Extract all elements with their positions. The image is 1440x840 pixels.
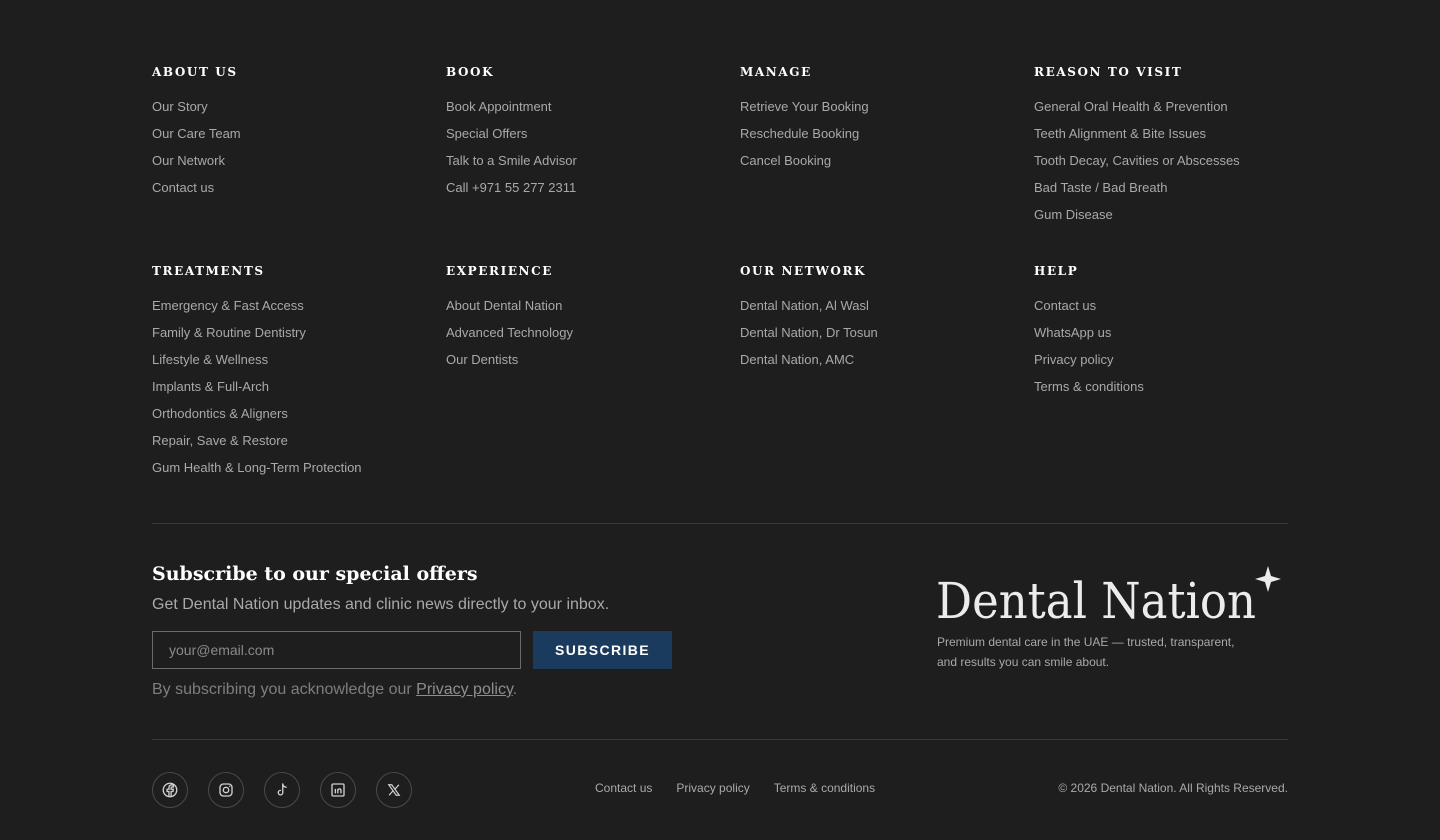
- facebook-icon[interactable]: [152, 772, 188, 808]
- footer-column-reason-to-visit: REASON TO VISIT General Oral Health & Pre…: [1034, 64, 1288, 234]
- linkedin-icon[interactable]: [320, 772, 356, 808]
- footer-link-whatsapp-us[interactable]: WhatsApp us: [1034, 325, 1288, 352]
- footer-link-gum-disease[interactable]: Gum Disease: [1034, 207, 1288, 234]
- dental-nation-logo: Dental Nation: [936, 566, 1281, 626]
- divider: [152, 739, 1288, 740]
- footer-link-terms-conditions[interactable]: Terms & conditions: [1034, 379, 1288, 406]
- footer-link-orthodontics-aligners[interactable]: Orthodontics & Aligners: [152, 406, 446, 433]
- footer-contact-link[interactable]: Contact us: [595, 781, 652, 795]
- footer-link-talk-to-a-smile-advisor[interactable]: Talk to a Smile Advisor: [446, 153, 740, 180]
- footer-column-treatments: TREATMENTS Emergency & Fast Access Family …: [152, 263, 446, 487]
- footer-link-lifestyle-wellness[interactable]: Lifestyle & Wellness: [152, 352, 446, 379]
- social-links: [152, 772, 412, 808]
- footer-link-our-network[interactable]: Our Network: [152, 153, 446, 180]
- newsletter-title: Subscribe to our special offers: [152, 563, 478, 585]
- footer-link-our-dentists[interactable]: Our Dentists: [446, 352, 740, 379]
- column-heading: TREATMENTS: [152, 264, 265, 278]
- copyright: © 2026 Dental Nation. All Rights Reserve…: [1058, 781, 1288, 795]
- footer-link-book-appointment[interactable]: Book Appointment: [446, 99, 740, 126]
- footer-link-cancel-booking[interactable]: Cancel Booking: [740, 153, 1034, 180]
- column-heading: BOOK: [446, 65, 495, 79]
- footer-link-contact-us[interactable]: Contact us: [1034, 298, 1288, 325]
- footer-terms-link[interactable]: Terms & conditions: [774, 781, 875, 795]
- subscribe-acknowledgement: By subscribing you acknowledge our Priva…: [152, 681, 518, 698]
- column-heading: REASON TO VISIT: [1034, 65, 1183, 79]
- x-icon[interactable]: [376, 772, 412, 808]
- divider: [152, 523, 1288, 524]
- footer-link-dental-nation-dr-tosun[interactable]: Dental Nation, Dr Tosun: [740, 325, 1034, 352]
- footer-link-general-oral-health-prevention[interactable]: General Oral Health & Prevention: [1034, 99, 1288, 126]
- footer-column-book: BOOK Book Appointment Special Offers Talk t…: [446, 64, 740, 234]
- footer-link-dental-nation-al-wasl[interactable]: Dental Nation, Al Wasl: [740, 298, 1034, 325]
- footer-link-emergency-fast-access[interactable]: Emergency & Fast Access: [152, 298, 446, 325]
- column-heading: HELP: [1034, 264, 1079, 278]
- footer-link-about-dental-nation[interactable]: About Dental Nation: [446, 298, 740, 325]
- footer-link-our-care-team[interactable]: Our Care Team: [152, 126, 446, 153]
- footer-link-our-story[interactable]: Our Story: [152, 99, 446, 126]
- footer-nav-row-1: ABOUT US Our Story Our Care Team Our Networ…: [152, 64, 1288, 234]
- footer-column-experience: EXPERIENCE About Dental Nation Advanced Te…: [446, 263, 740, 487]
- footer-link-family-routine-dentistry[interactable]: Family & Routine Dentistry: [152, 325, 446, 352]
- footer-link-repair-save-restore[interactable]: Repair, Save & Restore: [152, 433, 446, 460]
- footer-link-gum-health-long-term-protection[interactable]: Gum Health & Long-Term Protection: [152, 460, 446, 487]
- column-heading: OUR NETWORK: [740, 264, 867, 278]
- footer-column-our-network: OUR NETWORK Dental Nation, Al Wasl Dental …: [740, 263, 1034, 487]
- footer-link-retrieve-your-booking[interactable]: Retrieve Your Booking: [740, 99, 1034, 126]
- newsletter-description: Get Dental Nation updates and clinic new…: [152, 596, 610, 613]
- footer-column-help: HELP Contact us WhatsApp us Privacy policy T…: [1034, 263, 1288, 487]
- footer-privacy-link[interactable]: Privacy policy: [676, 781, 749, 795]
- footer-nav-row-2: TREATMENTS Emergency & Fast Access Family …: [152, 263, 1288, 487]
- footer-link-bad-taste-bad-breath[interactable]: Bad Taste / Bad Breath: [1034, 180, 1288, 207]
- column-heading: MANAGE: [740, 65, 812, 79]
- sparkle-icon: [1255, 566, 1281, 592]
- tiktok-icon[interactable]: [264, 772, 300, 808]
- footer-link-call-971-55-277-2311[interactable]: Call +971 55 277 2311: [446, 180, 740, 207]
- instagram-icon[interactable]: [208, 772, 244, 808]
- svg-text:Dental Nation: Dental Nation: [936, 572, 1256, 626]
- legal-links: Contact us Privacy policy Terms & condit…: [595, 781, 875, 795]
- footer-link-contact-us[interactable]: Contact us: [152, 180, 446, 207]
- footer-link-dental-nation-amc[interactable]: Dental Nation, AMC: [740, 352, 1034, 379]
- footer-column-manage: MANAGE Retrieve Your Booking Reschedule Bo…: [740, 64, 1034, 234]
- footer-link-reschedule-booking[interactable]: Reschedule Booking: [740, 126, 1034, 153]
- footer-link-privacy-policy[interactable]: Privacy policy: [1034, 352, 1288, 379]
- email-input[interactable]: [152, 631, 521, 669]
- column-heading: EXPERIENCE: [446, 264, 554, 278]
- column-heading: ABOUT US: [152, 65, 238, 79]
- footer-column-about-us: ABOUT US Our Story Our Care Team Our Networ…: [152, 64, 446, 234]
- subscribe-button[interactable]: SUBSCRIBE: [533, 631, 672, 669]
- footer-link-implants-full-arch[interactable]: Implants & Full-Arch: [152, 379, 446, 406]
- footer-link-special-offers[interactable]: Special Offers: [446, 126, 740, 153]
- footer-link-advanced-technology[interactable]: Advanced Technology: [446, 325, 740, 352]
- privacy-policy-link[interactable]: Privacy policy: [416, 681, 513, 698]
- footer-link-teeth-alignment-bite-issues[interactable]: Teeth Alignment & Bite Issues: [1034, 126, 1288, 153]
- footer-link-tooth-decay-cavities-or-abscesses[interactable]: Tooth Decay, Cavities or Abscesses: [1034, 153, 1288, 180]
- brand-tagline: Premium dental care in the UAE — trusted…: [937, 635, 1235, 669]
